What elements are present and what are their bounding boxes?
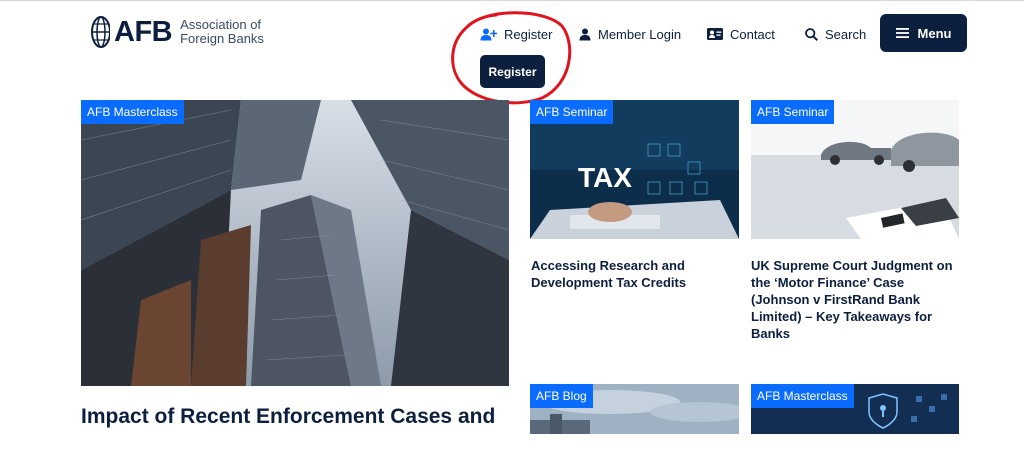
- article-image-motor-finance[interactable]: AFB Seminar: [751, 100, 959, 239]
- article-title[interactable]: UK Supreme Court Judgment on the ‘Motor …: [751, 257, 956, 342]
- featured-article-title[interactable]: Impact of Recent Enforcement Cases and: [81, 404, 521, 430]
- logo-organisation-name: Association of Foreign Banks: [180, 17, 264, 46]
- afb-logo[interactable]: AFB Association of Foreign Banks: [88, 14, 270, 50]
- logo-abbreviation: AFB: [114, 16, 173, 48]
- add-user-icon: [480, 28, 497, 40]
- nav-search-label: Search: [825, 26, 867, 42]
- nav-member-login-label: Member Login: [598, 26, 682, 42]
- category-badge[interactable]: AFB Seminar: [530, 100, 614, 124]
- category-badge[interactable]: AFB Masterclass: [81, 100, 184, 124]
- menu-button-label: Menu: [917, 25, 952, 41]
- category-badge[interactable]: AFB Seminar: [751, 100, 835, 124]
- nav-member-login-link[interactable]: Member Login: [579, 24, 681, 44]
- category-badge[interactable]: AFB Blog: [530, 384, 593, 408]
- menu-button[interactable]: Menu: [880, 14, 967, 52]
- article-image-tax[interactable]: TAX AFB Seminar: [530, 100, 739, 239]
- nav-search-button[interactable]: Search: [805, 24, 866, 44]
- nav-contact-link[interactable]: Contact: [707, 24, 775, 44]
- register-dropdown-button[interactable]: Register: [480, 55, 545, 88]
- tax-image-text: TAX: [578, 162, 632, 193]
- register-dropdown-label: Register: [488, 64, 537, 79]
- nav-contact-label: Contact: [730, 26, 775, 42]
- globe-logo-icon: [91, 16, 110, 48]
- search-icon: [805, 27, 818, 41]
- article-image-blog[interactable]: AFB Blog: [530, 384, 739, 434]
- skyscrapers-image: [81, 100, 509, 386]
- article-title[interactable]: Accessing Research and Development Tax C…: [531, 257, 736, 291]
- nav-register-link[interactable]: Register: [480, 24, 552, 44]
- nav-register-label: Register: [504, 26, 553, 42]
- category-badge[interactable]: AFB Masterclass: [751, 384, 854, 408]
- top-border: [0, 0, 1024, 1]
- contact-card-icon: [707, 28, 723, 40]
- hamburger-icon: [895, 28, 909, 38]
- user-icon: [579, 28, 591, 40]
- article-image-security[interactable]: AFB Masterclass: [751, 384, 959, 434]
- featured-article-image[interactable]: AFB Masterclass: [81, 100, 509, 386]
